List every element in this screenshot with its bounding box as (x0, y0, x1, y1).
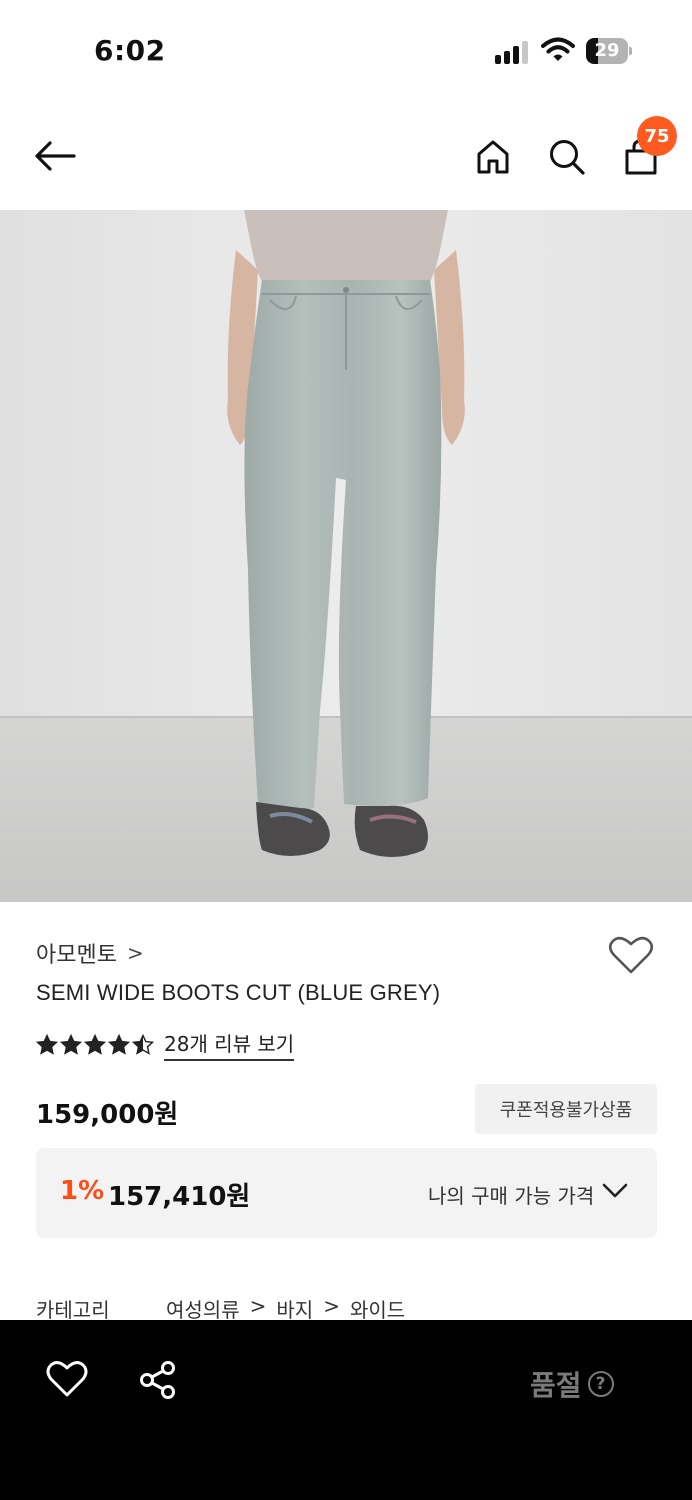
home-icon[interactable] (470, 134, 516, 180)
my-price-label: 나의 구매 가능 가격 (428, 1184, 595, 1208)
original-price: 159,000원 (36, 1100, 179, 1130)
rating-stars (36, 1033, 154, 1056)
wishlist-heart-icon[interactable] (608, 935, 656, 979)
product-photo (0, 210, 692, 902)
category-wide[interactable]: 와이드 (350, 1294, 405, 1322)
chevron-right-icon: > (126, 941, 144, 965)
wifi-icon (541, 36, 575, 64)
star-icon (84, 1033, 106, 1055)
rating-row: 28개 리뷰 보기 (36, 1028, 295, 1061)
signal-icon (495, 40, 531, 64)
category-pants[interactable]: 바지 (276, 1294, 313, 1322)
star-icon (60, 1033, 82, 1055)
category-label: 카테고리 (36, 1298, 110, 1322)
category-women-clothing[interactable]: 여성의류 (166, 1294, 240, 1322)
sold-out-status: 품절 ? (530, 1364, 614, 1404)
sold-out-label: 품절 (530, 1369, 582, 1402)
my-price-dropdown[interactable]: 1% 157,410원 나의 구매 가능 가격 (36, 1148, 657, 1238)
product-name: SEMI WIDE BOOTS CUT (BLUE GREY) (36, 980, 441, 1005)
category-row: 카테고리 여성의류 > 바지 > 와이드 (36, 1294, 656, 1322)
heart-icon[interactable] (46, 1360, 90, 1402)
product-image[interactable] (0, 210, 692, 902)
breadcrumb-separator: > (249, 1294, 267, 1318)
star-icon (108, 1033, 130, 1055)
cart-count-badge: 75 (637, 116, 677, 156)
search-icon[interactable] (544, 134, 590, 180)
chevron-down-icon (602, 1182, 628, 1202)
brand-name: 아모멘토 (36, 943, 117, 968)
status-time: 6:02 (94, 34, 166, 67)
top-navigation (0, 110, 692, 205)
back-arrow-icon[interactable] (30, 134, 80, 178)
share-icon[interactable] (138, 1360, 178, 1402)
breadcrumb-separator: > (323, 1294, 340, 1318)
discount-price: 157,410원 (108, 1182, 251, 1212)
discount-rate: 1% (60, 1176, 105, 1206)
brand-link[interactable]: 아모멘토 > (36, 937, 144, 969)
star-icon (132, 1033, 154, 1055)
review-link[interactable]: 28개 리뷰 보기 (164, 1028, 295, 1061)
coupon-badge: 쿠폰적용불가상품 (475, 1084, 657, 1134)
category-breadcrumb: 여성의류 > 바지 > 와이드 (166, 1294, 405, 1322)
status-bar: 6:02 29 (0, 0, 692, 100)
battery-level: 29 (594, 40, 620, 61)
help-icon[interactable]: ? (587, 1371, 614, 1397)
star-icon (36, 1033, 58, 1055)
bottom-action-bar: 품절 ? (0, 1320, 692, 1500)
battery-icon: 29 (586, 38, 632, 64)
